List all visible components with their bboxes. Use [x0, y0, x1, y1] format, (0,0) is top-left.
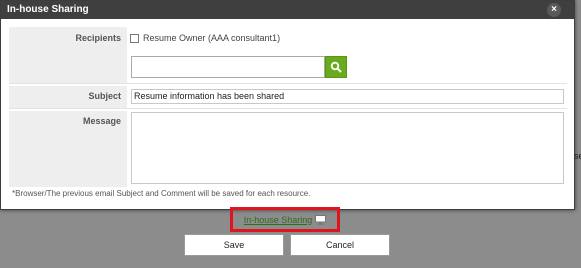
sharing-form: Recipients Resume Owner (AAA consultant1…: [9, 27, 567, 187]
subject-label: Subject: [9, 86, 127, 108]
message-textarea[interactable]: [131, 112, 564, 184]
subject-input[interactable]: Resume information has been shared: [131, 89, 564, 104]
search-button[interactable]: [325, 56, 347, 78]
save-note: *Browser/The previous email Subject and …: [12, 189, 311, 198]
dialog-titlebar: In-house Sharing ×: [1, 1, 574, 19]
close-icon[interactable]: ×: [547, 3, 561, 17]
subject-field: Resume information has been shared: [127, 86, 567, 108]
highlight-box: In-house Sharing: [230, 207, 340, 232]
recipients-label: Recipients: [9, 27, 127, 83]
subject-row: Subject Resume information has been shar…: [9, 86, 567, 108]
monitor-icon[interactable]: [315, 214, 327, 225]
save-button[interactable]: Save: [184, 234, 284, 256]
divider: [9, 83, 567, 84]
background-text: se: [574, 151, 581, 161]
message-field: [127, 111, 567, 187]
message-row: Message: [9, 111, 567, 187]
resume-owner-option[interactable]: Resume Owner (AAA consultant1): [130, 29, 567, 47]
divider: [9, 108, 567, 109]
resume-owner-checkbox[interactable]: [130, 33, 139, 43]
recipient-search-input[interactable]: [131, 56, 325, 78]
recipients-row: Recipients Resume Owner (AAA consultant1…: [9, 27, 567, 83]
message-label: Message: [9, 111, 127, 187]
in-house-sharing-link[interactable]: In-house Sharing: [244, 215, 313, 225]
magnifier-icon: [330, 61, 342, 73]
in-house-sharing-dialog: In-house Sharing × Recipients Resume Own…: [0, 0, 575, 210]
dialog-title: In-house Sharing: [7, 4, 89, 15]
resume-owner-label: Resume Owner (AAA consultant1): [143, 33, 281, 43]
recipients-field: Resume Owner (AAA consultant1): [127, 27, 567, 83]
cancel-button[interactable]: Cancel: [290, 234, 390, 256]
recipient-search: [131, 56, 567, 78]
